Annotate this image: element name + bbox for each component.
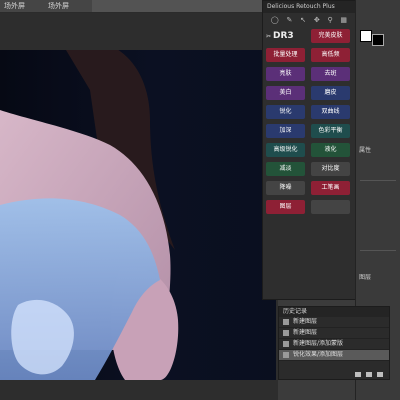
color-swatch[interactable] bbox=[372, 34, 384, 46]
camera-icon[interactable] bbox=[355, 371, 361, 377]
move-icon[interactable]: ✥ bbox=[314, 16, 320, 24]
layer-icon bbox=[283, 341, 289, 347]
document-photo[interactable] bbox=[0, 50, 276, 380]
scissors-icon: ✂ bbox=[266, 33, 272, 40]
history-item-label: 新建图层 bbox=[293, 318, 318, 325]
action-button[interactable]: 加深 bbox=[266, 124, 305, 138]
logo-text: DR3 bbox=[273, 31, 294, 41]
history-item[interactable]: 新建图层 bbox=[279, 317, 389, 328]
arrow-icon[interactable]: ↖ bbox=[300, 16, 306, 24]
action-button[interactable]: 去斑 bbox=[311, 67, 350, 81]
action-button[interactable]: 对比度 bbox=[311, 162, 350, 176]
color-swatch[interactable] bbox=[360, 30, 372, 42]
action-button[interactable]: 液化 bbox=[311, 143, 350, 157]
action-button[interactable]: 减淡 bbox=[266, 162, 305, 176]
history-item-label: 锐化效果/添加图层 bbox=[293, 351, 344, 358]
action-button[interactable]: 图层 bbox=[266, 200, 305, 214]
canvas-area[interactable] bbox=[0, 13, 278, 400]
lasso-icon[interactable]: ◯ bbox=[271, 16, 279, 24]
document-tab[interactable]: 场外屏 bbox=[0, 0, 48, 12]
action-button-empty[interactable] bbox=[311, 200, 350, 214]
panel-toolbar: ◯ ✎ ↖ ✥ ⚲ ▦ bbox=[263, 13, 355, 27]
history-item-label: 新建图层/添加蒙版 bbox=[293, 340, 344, 347]
action-button[interactable]: 美白 bbox=[266, 86, 305, 100]
wand-icon[interactable]: ⚲ bbox=[327, 16, 332, 24]
history-footer bbox=[279, 369, 389, 379]
brush-icon[interactable]: ✎ bbox=[287, 16, 293, 24]
trash-icon[interactable] bbox=[377, 371, 383, 377]
new-doc-icon[interactable] bbox=[366, 371, 372, 377]
delicious-retouch-panel: Delicious Retouch Plus ◯ ✎ ↖ ✥ ⚲ ▦ ✂ DR3 … bbox=[262, 0, 356, 300]
action-button[interactable]: 亮肤 bbox=[266, 67, 305, 81]
action-button[interactable]: 降噪 bbox=[266, 181, 305, 195]
divider bbox=[360, 180, 396, 181]
history-item[interactable]: 新建图层/添加蒙版 bbox=[279, 339, 389, 350]
history-item-label: 新建图层 bbox=[293, 329, 318, 336]
action-button[interactable]: 色彩平衡 bbox=[311, 124, 350, 138]
action-button[interactable]: 磨皮 bbox=[311, 86, 350, 100]
layers-label: 图层 bbox=[359, 274, 372, 281]
history-item[interactable]: 新建图层 bbox=[279, 328, 389, 339]
divider bbox=[360, 250, 396, 251]
document-tab[interactable]: 场外屏 bbox=[44, 0, 92, 12]
history-item-active[interactable]: 锐化效果/添加图层 bbox=[279, 350, 389, 361]
action-button[interactable]: 双曲线 bbox=[311, 105, 350, 119]
portrait-image bbox=[0, 50, 179, 380]
history-title: 历史记录 bbox=[279, 307, 389, 317]
properties-label: 属性 bbox=[359, 147, 372, 154]
action-button[interactable]: 完美皮肤 bbox=[311, 29, 350, 43]
logo: ✂ DR3 bbox=[266, 29, 305, 43]
action-button[interactable]: 批量处理 bbox=[266, 48, 305, 62]
layer-icon bbox=[283, 319, 289, 325]
layer-icon bbox=[283, 330, 289, 336]
action-button[interactable]: 高级锐化 bbox=[266, 143, 305, 157]
history-panel: 历史记录 新建图层 新建图层 新建图层/添加蒙版 锐化效果/添加图层 bbox=[278, 306, 390, 380]
grid-icon[interactable]: ▦ bbox=[340, 16, 347, 24]
panel-title: Delicious Retouch Plus bbox=[263, 1, 355, 13]
action-button[interactable]: 高低频 bbox=[311, 48, 350, 62]
action-button[interactable]: 工笔画 bbox=[311, 181, 350, 195]
layer-icon bbox=[283, 352, 289, 358]
action-button-grid: ✂ DR3 完美皮肤 批量处理 高低频 亮肤 去斑 美白 磨皮 锐化 双曲线 加深… bbox=[263, 27, 355, 221]
action-button[interactable]: 锐化 bbox=[266, 105, 305, 119]
